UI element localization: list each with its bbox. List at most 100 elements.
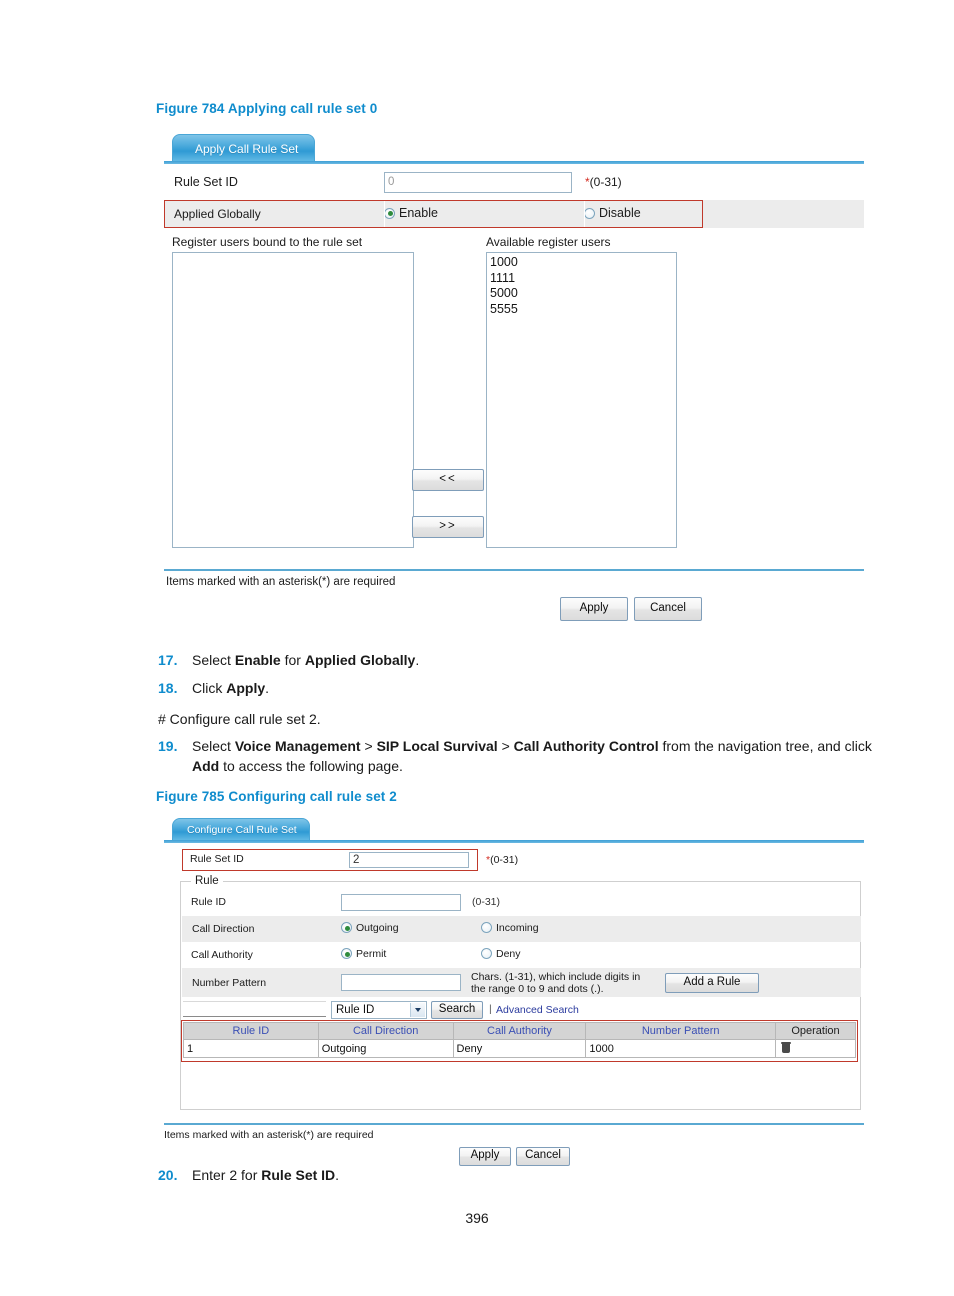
input-number-pattern[interactable] (341, 974, 461, 991)
cancel-button-785[interactable]: Cancel (516, 1146, 570, 1166)
move-left-button[interactable]: << (412, 469, 484, 491)
step-20-before: Enter 2 for (192, 1167, 262, 1183)
step-19-sep2: > (497, 738, 514, 754)
radio-call-authority-deny[interactable]: Deny (481, 948, 521, 960)
figure-784-screenshot: Apply Call Rule Set Rule Set ID 0 *(0-31… (164, 134, 864, 629)
search-button[interactable]: Search (431, 1001, 483, 1019)
tabstrip-785: Configure Call Rule Set (164, 818, 864, 840)
step-19-bold-add: Add (192, 758, 220, 775)
step-20-after: . (335, 1167, 340, 1183)
form-785: Rule Set ID 2 *(0-31) Rule Rule ID (0-31… (164, 843, 864, 1174)
radio-applied-globally-disable[interactable]: Disable (584, 206, 641, 220)
page-number: 396 (465, 1210, 489, 1226)
label-rule-set-id-784: Rule Set ID (174, 175, 238, 189)
search-separator: | (489, 1003, 492, 1015)
radio-call-direction-outgoing[interactable]: Outgoing (341, 922, 399, 934)
move-right-button[interactable]: >> (412, 516, 484, 538)
input-rule-set-id-785[interactable]: 2 (349, 852, 469, 868)
radio-call-authority-permit[interactable]: Permit (341, 948, 386, 960)
cell-call-direction: Outgoing (317, 1039, 454, 1058)
tab-apply-call-rule-set[interactable]: Apply Call Rule Set (172, 134, 316, 161)
step-18-bold-apply: Apply (226, 680, 266, 696)
radio-dot-icon (481, 948, 492, 960)
radio-call-direction-incoming[interactable]: Incoming (481, 922, 539, 934)
cancel-button-784[interactable]: Cancel (634, 597, 702, 621)
step-18-after: . (265, 680, 270, 696)
cell-number-pattern: 1000 (585, 1039, 777, 1058)
column-header-number-pattern[interactable]: Number Pattern (585, 1022, 777, 1040)
label-call-authority: Call Authority (191, 949, 253, 961)
radio-dot-icon (481, 922, 492, 934)
hint-number-pattern-line2: the range 0 to 9 and dots (.). (471, 982, 604, 995)
hint-rule-set-id-784: *(0-31) (574, 175, 622, 189)
radio-label-deny: Deny (496, 947, 521, 960)
column-header-call-authority[interactable]: Call Authority (452, 1022, 587, 1040)
table-header-row: Rule ID Call Direction Call Authority Nu… (183, 1022, 856, 1040)
rule-fieldset: Rule Rule ID (0-31) Call Direction Outgo… (180, 875, 861, 1110)
search-bar: Rule ID Search | Advanced Search (181, 999, 860, 1021)
chevron-down-icon[interactable] (410, 1003, 425, 1017)
divider-applied-globally-cell (384, 201, 385, 227)
dual-list-784: Register users bound to the rule set Ava… (164, 235, 864, 565)
figure-785-screenshot: Configure Call Rule Set Rule Set ID 2 *(… (164, 818, 864, 1174)
listbox-available-users[interactable]: 1000 1111 5000 5555 (486, 252, 677, 548)
step-19-tail: to access the following page. (219, 758, 403, 775)
radio-label-outgoing: Outgoing (356, 921, 399, 934)
hint-range-784: (0-31) (589, 175, 622, 189)
tabstrip-784: Apply Call Rule Set (164, 134, 864, 161)
radio-applied-globally-enable[interactable]: Enable (384, 206, 438, 220)
rules-table: Rule ID Call Direction Call Authority Nu… (183, 1022, 856, 1058)
list-item[interactable]: 5000 (490, 286, 676, 302)
label-bound-list: Register users bound to the rule set (172, 235, 363, 249)
add-a-rule-button[interactable]: Add a Rule (665, 972, 759, 993)
list-item[interactable]: 1000 (490, 255, 676, 271)
hint-rule-id: (0-31) (472, 896, 501, 908)
listbox-bound-users[interactable] (172, 252, 414, 548)
radio-label-disable: Disable (599, 206, 641, 221)
radio-label-enable: Enable (399, 206, 438, 221)
field-rule-set-id-784: 0 (384, 171, 574, 193)
step-18: 18. Click Apply. (158, 678, 878, 698)
figure-784-caption: Figure 784 Applying call rule set 0 (156, 101, 378, 116)
row-applied-globally: Applied Globally Enable Disable (164, 200, 864, 228)
input-rule-id[interactable] (341, 893, 461, 911)
search-field-select[interactable]: Rule ID (331, 1001, 427, 1019)
trash-icon[interactable] (781, 1041, 792, 1053)
step-18-before: Click (192, 680, 227, 696)
cell-operation (775, 1039, 856, 1058)
tab-configure-call-rule-set[interactable]: Configure Call Rule Set (172, 818, 310, 840)
step-17-text: Select Enable for Applied Globally. (192, 650, 878, 670)
radio-dot-icon (341, 948, 352, 960)
step-17-bold-applied-globally: Applied Globally (304, 652, 416, 668)
hint-range-785: (0-31) (490, 854, 519, 866)
step-20-bold-rule-set-id: Rule Set ID (261, 1167, 336, 1183)
step-19-bold-voice-management: Voice Management (234, 738, 361, 754)
row-call-authority: Call Authority Permit Deny (181, 942, 860, 968)
label-rule-id: Rule ID (191, 896, 227, 908)
radio-dot-icon (584, 207, 595, 219)
hint-rule-set-id-785: *(0-31) (486, 854, 518, 866)
list-item[interactable]: 1111 (490, 271, 676, 287)
required-note-785: Items marked with an asterisk(*) are req… (164, 1128, 374, 1141)
apply-button-784[interactable]: Apply (560, 597, 628, 621)
required-note-784: Items marked with an asterisk(*) are req… (166, 576, 396, 588)
step-17-number: 17. (158, 652, 178, 668)
step-19-after: from the navigation tree, and click (658, 738, 872, 754)
step-19-sep1: > (360, 738, 377, 754)
column-header-rule-id[interactable]: Rule ID (183, 1022, 319, 1040)
step-18-text: Click Apply. (192, 678, 878, 698)
search-input[interactable] (183, 1001, 326, 1017)
radio-dot-icon (384, 207, 395, 219)
search-field-select-value: Rule ID (336, 1004, 375, 1016)
step-19-bold-sip-local-survival: SIP Local Survival (376, 738, 498, 754)
advanced-search-link[interactable]: Advanced Search (496, 1004, 579, 1016)
label-call-direction: Call Direction (192, 923, 255, 935)
radio-label-permit: Permit (356, 947, 387, 960)
step-17-bold-enable: Enable (234, 652, 281, 668)
apply-button-785[interactable]: Apply (459, 1146, 511, 1166)
divider-applied-globally-cell-2 (584, 201, 585, 227)
list-item[interactable]: 5555 (490, 302, 676, 318)
column-header-call-direction[interactable]: Call Direction (317, 1022, 454, 1040)
step-20: 20. Enter 2 for Rule Set ID. (158, 1165, 878, 1185)
input-rule-set-id-784[interactable]: 0 (384, 171, 572, 193)
